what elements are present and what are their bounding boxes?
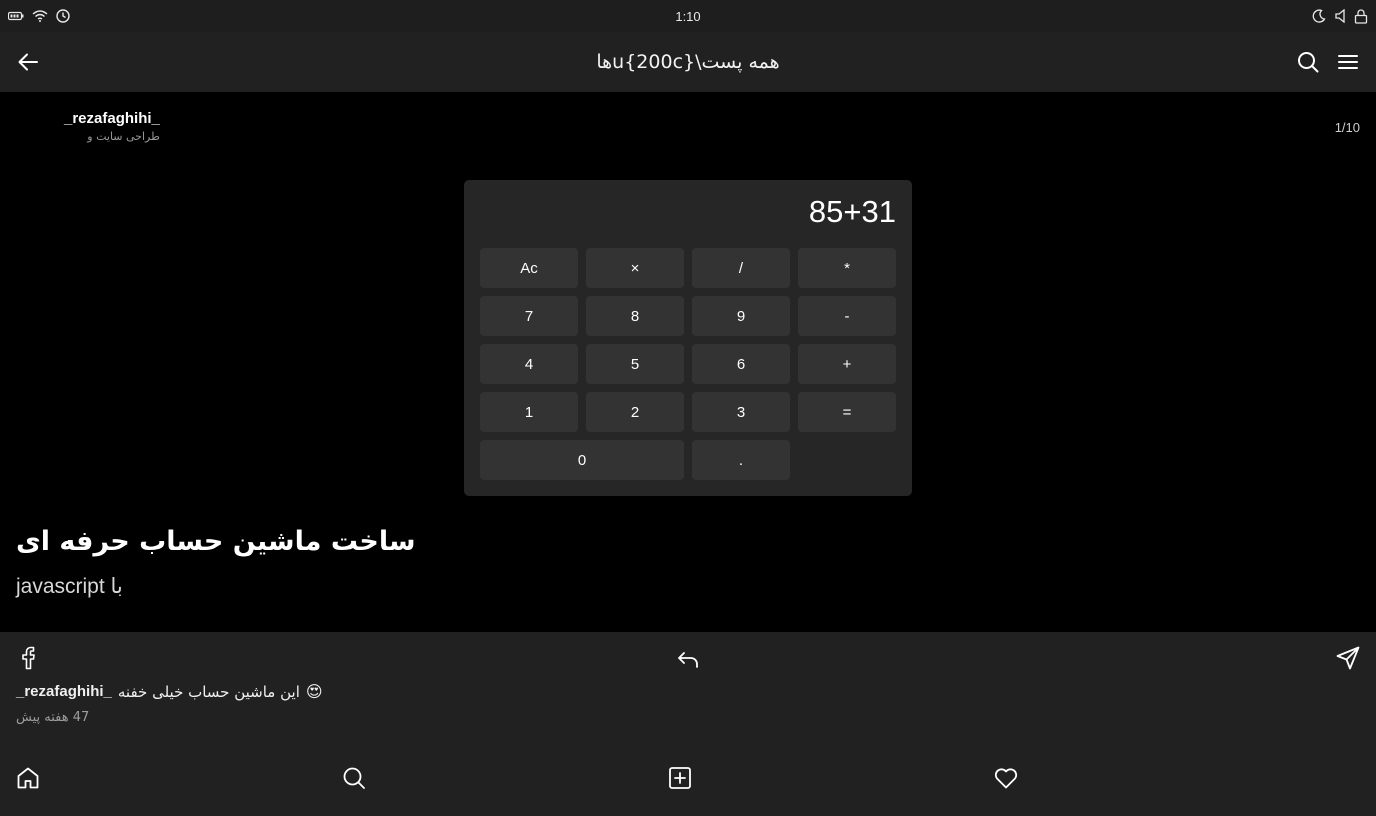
bottom-navigation	[0, 766, 1376, 794]
comment-time: 47 هفته پیش	[16, 710, 90, 725]
search-nav-icon[interactable]	[342, 766, 366, 790]
calc-key: 4	[480, 344, 578, 384]
calc-key: =	[798, 392, 896, 432]
calc-key: 8	[586, 296, 684, 336]
author-subtitle: طراحی سایت و	[87, 130, 160, 143]
author-name: _rezafaghihi_	[64, 110, 160, 127]
battery-icon	[8, 11, 24, 21]
back-arrow-icon[interactable]	[16, 50, 40, 74]
comment-text: این ماشین حساب خیلی خفنه	[117, 682, 300, 701]
calc-key: .	[692, 440, 790, 480]
post-title: ساخت ماشین حساب حرفه ای	[16, 526, 416, 557]
moon-icon	[1312, 9, 1326, 23]
reply-icon[interactable]	[676, 648, 700, 672]
calculator-image: 85+31 Ac × / * 7 8 9 - 4 5 6 + 1 2 3 = 0…	[464, 180, 912, 496]
status-time: 1:10	[675, 8, 701, 24]
send-icon[interactable]	[1336, 646, 1360, 670]
calc-key: ×	[586, 248, 684, 288]
heart-icon[interactable]	[994, 766, 1018, 790]
calc-key: 5	[586, 344, 684, 384]
calc-key: /	[692, 248, 790, 288]
post-card: _rezafaghihi_ طراحی سایت و 1/10 85+31 Ac…	[0, 92, 1376, 632]
calc-key: 9	[692, 296, 790, 336]
comment: _rezafaghihi_ این ماشین حساب خیلی خفنه 😍	[16, 682, 323, 701]
slide-counter: 1/10	[1334, 120, 1360, 135]
calc-key: 0	[480, 440, 684, 480]
calc-key: *	[798, 248, 896, 288]
post-subtitle: با javascript	[16, 575, 123, 598]
volume-muted-icon	[1334, 9, 1346, 23]
calc-key: Ac	[480, 248, 578, 288]
alarm-clock-icon	[56, 9, 70, 23]
post-author[interactable]: _rezafaghihi_ طراحی سایت و	[64, 110, 160, 143]
calc-key: 7	[480, 296, 578, 336]
post-footer: _rezafaghihi_ این ماشین حساب خیلی خفنه 😍…	[0, 632, 1376, 816]
search-icon[interactable]	[1296, 50, 1320, 74]
home-icon[interactable]	[16, 766, 40, 790]
post-actions	[0, 646, 1376, 674]
calc-key: 6	[692, 344, 790, 384]
menu-icon[interactable]	[1336, 50, 1360, 74]
lock-icon	[1354, 8, 1368, 24]
calc-key: 2	[586, 392, 684, 432]
add-post-icon[interactable]	[668, 766, 692, 790]
heart-eyes-emoji: 😍	[305, 682, 323, 701]
calc-key: 1	[480, 392, 578, 432]
calc-key: -	[798, 296, 896, 336]
calc-key: +	[798, 344, 896, 384]
status-bar: 1:10	[0, 0, 1376, 32]
facebook-icon[interactable]	[16, 646, 40, 670]
app-bar: همه پست\u{200c}ها	[0, 32, 1376, 92]
calc-key: 3	[692, 392, 790, 432]
calculator-display: 85+31	[808, 194, 896, 229]
wifi-icon	[32, 10, 48, 22]
page-title: همه پست\u{200c}ها	[596, 51, 780, 73]
comment-author[interactable]: _rezafaghihi_	[16, 683, 112, 700]
